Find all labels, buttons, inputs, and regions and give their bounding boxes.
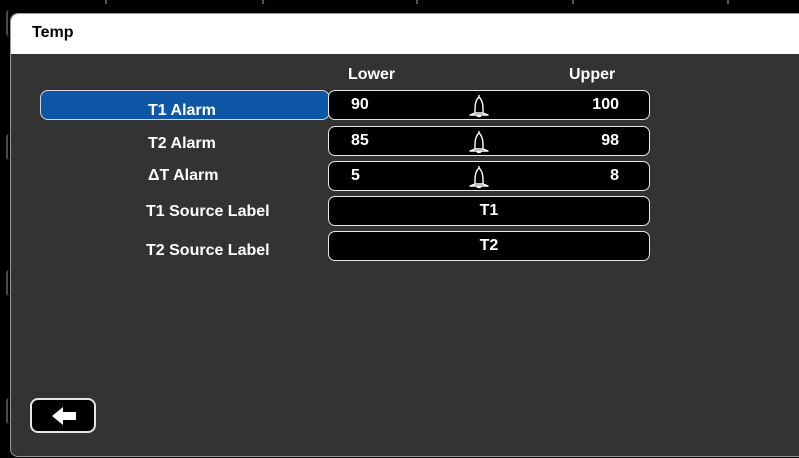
source-label-row-t2: T2 Source Label T2 bbox=[11, 231, 799, 263]
t1-source-label-field[interactable]: T1 bbox=[328, 196, 650, 226]
lower-limit-value: 5 bbox=[351, 167, 360, 184]
back-arrow-icon bbox=[52, 407, 76, 425]
row-label: T2 Source Label bbox=[146, 242, 270, 259]
row-label: ΔT Alarm bbox=[148, 167, 219, 184]
t2-alarm-button[interactable]: T2 Alarm bbox=[40, 126, 330, 156]
delta-t-alarm-button[interactable]: ΔT Alarm bbox=[40, 161, 330, 191]
upper-limit-value: 100 bbox=[592, 96, 619, 113]
row-label: T2 Alarm bbox=[148, 135, 216, 152]
source-label-row-t1: T1 Source Label T1 bbox=[11, 196, 799, 228]
title-bar: Temp bbox=[11, 14, 799, 54]
source-label-value: T2 bbox=[479, 237, 499, 254]
delta-t-alarm-limits-field[interactable]: 5 8 bbox=[328, 161, 650, 191]
t2-source-label-button[interactable]: T2 Source Label bbox=[40, 231, 330, 261]
t1-alarm-limits-field[interactable]: 90 100 bbox=[328, 90, 650, 120]
alarm-bell-icon bbox=[469, 131, 489, 154]
t1-alarm-button[interactable]: T1 Alarm bbox=[40, 90, 330, 120]
page-title: Temp bbox=[32, 24, 74, 41]
row-label: T1 Alarm bbox=[148, 102, 216, 119]
lower-limit-value: 85 bbox=[351, 132, 369, 149]
upper-column-header: Upper bbox=[569, 66, 616, 83]
alarm-bell-icon bbox=[469, 166, 489, 189]
t2-alarm-limits-field[interactable]: 85 98 bbox=[328, 126, 650, 156]
temp-settings-panel: Temp Lower Upper T1 Alarm 90 100 T2 Alar… bbox=[10, 13, 799, 457]
row-label: T1 Source Label bbox=[146, 203, 270, 220]
alarm-row-delta-t: ΔT Alarm 5 8 bbox=[11, 161, 799, 193]
t2-source-label-field[interactable]: T2 bbox=[328, 231, 650, 261]
top-status-line bbox=[0, 0, 799, 4]
source-label-value: T1 bbox=[479, 202, 499, 219]
lower-column-header: Lower bbox=[348, 66, 396, 83]
lower-limit-value: 90 bbox=[351, 96, 369, 113]
alarm-row-t1: T1 Alarm 90 100 bbox=[11, 90, 799, 122]
t1-source-label-button[interactable]: T1 Source Label bbox=[40, 196, 330, 226]
back-button[interactable] bbox=[30, 398, 96, 433]
upper-limit-value: 8 bbox=[610, 167, 619, 184]
alarm-bell-icon bbox=[469, 95, 489, 118]
alarm-row-t2: T2 Alarm 85 98 bbox=[11, 126, 799, 158]
upper-limit-value: 98 bbox=[601, 132, 619, 149]
